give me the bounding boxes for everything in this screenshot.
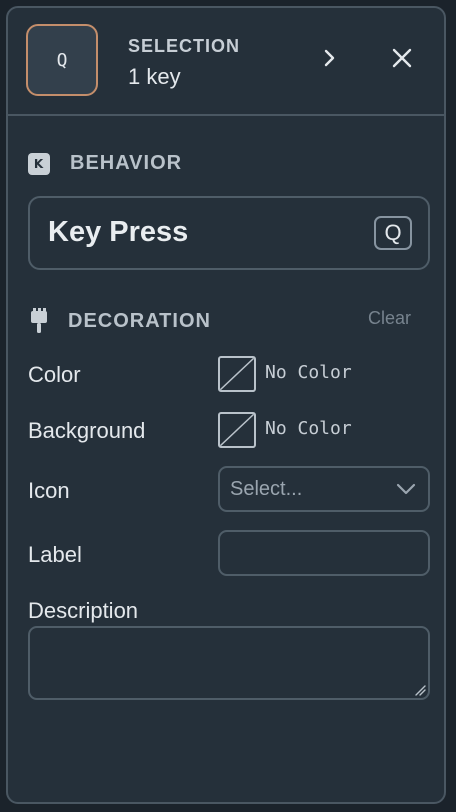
description-input[interactable] xyxy=(28,626,430,700)
keyboard-key-icon: K xyxy=(28,152,50,175)
icon-select[interactable]: Select... xyxy=(218,466,430,512)
close-button[interactable] xyxy=(386,42,418,74)
background-swatch[interactable] xyxy=(218,412,256,448)
paintbrush-icon xyxy=(31,308,47,333)
behavior-key-badge: Q xyxy=(374,216,412,250)
selected-key-badge[interactable]: Q xyxy=(26,24,98,96)
behavior-selector[interactable]: Key Press Q xyxy=(28,196,430,270)
behavior-title-text: BEHAVIOR xyxy=(70,152,183,174)
close-icon xyxy=(392,48,412,68)
background-value: No Color xyxy=(265,418,352,439)
icon-select-placeholder: Select... xyxy=(230,478,303,500)
no-color-icon xyxy=(220,414,254,446)
resize-grip-icon[interactable] xyxy=(414,684,426,696)
behavior-value: Key Press xyxy=(48,216,189,248)
background-label: Background xyxy=(28,418,146,443)
next-button[interactable] xyxy=(314,42,346,74)
clear-decoration-button[interactable]: Clear xyxy=(368,308,411,329)
color-value: No Color xyxy=(265,362,352,383)
behavior-section-title: K BEHAVIOR xyxy=(28,152,182,175)
chevron-down-icon xyxy=(396,483,416,495)
selection-title: SELECTION xyxy=(128,36,241,56)
description-field-wrapper xyxy=(28,626,430,700)
color-swatch[interactable] xyxy=(218,356,256,392)
label-input[interactable] xyxy=(218,530,430,576)
description-label: Description xyxy=(28,598,139,623)
color-label: Color xyxy=(28,362,81,387)
chevron-right-icon xyxy=(324,49,335,67)
selection-count: 1 key xyxy=(128,64,181,89)
decoration-title-text: DECORATION xyxy=(68,309,211,332)
label-label: Label xyxy=(28,542,82,567)
decoration-section-title: DECORATION xyxy=(28,308,211,334)
selection-panel: Q SELECTION 1 key K BEHAVIOR Key Press Q xyxy=(6,6,446,804)
icon-label: Icon xyxy=(28,478,70,503)
no-color-icon xyxy=(220,358,254,390)
panel-header: Q SELECTION 1 key xyxy=(8,8,444,116)
